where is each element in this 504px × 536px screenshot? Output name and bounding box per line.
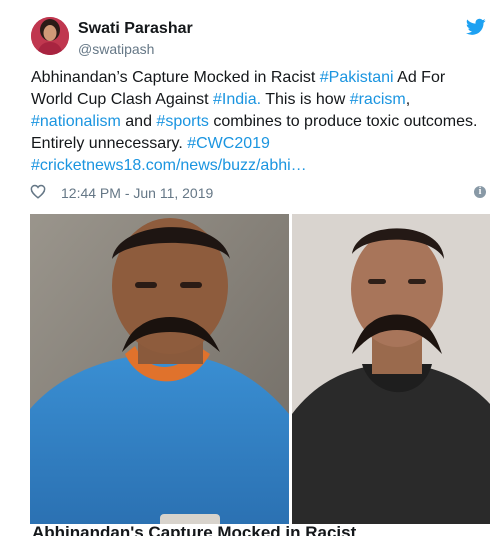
photo-left-image — [30, 214, 289, 536]
twitter-bird-icon[interactable] — [466, 18, 486, 36]
hashtag-link[interactable]: #Pakistani — [320, 69, 394, 86]
media-photo-left[interactable] — [30, 214, 289, 536]
tweet-card: Swati Parashar @swatipash Abhinandan’s C… — [0, 0, 504, 536]
tweet-text: Abhinandan’s Capture Mocked in Racist #P… — [31, 67, 481, 177]
tweet-text-line: World Cup Clash Against #India. This is … — [31, 89, 481, 111]
tweet-text-segment: Abhinandan’s Capture Mocked in Racist — [31, 69, 320, 86]
hashtag-link[interactable]: #racism — [350, 91, 406, 108]
hashtag-link[interactable]: #sports — [156, 113, 208, 130]
info-icon[interactable]: i — [474, 186, 486, 198]
tweet-text-line: #cricketnews18.com/news/buzz/abhi… — [31, 155, 481, 177]
link-card[interactable]: Abhinandan's Capture Mocked in Racist — [30, 524, 490, 536]
media-photo-right[interactable] — [292, 214, 490, 536]
tweet-timestamp[interactable]: 12:44 PM - Jun 11, 2019 — [61, 185, 213, 201]
tweet-text-segment: Ad For — [393, 69, 446, 86]
tweet-media[interactable] — [30, 214, 490, 536]
tweet-text-segment: This is how — [261, 91, 350, 108]
tweet-text-segment: and — [120, 113, 157, 130]
tweet-text-segment: Entirely unnecessary. — [31, 135, 188, 152]
hashtag-link[interactable]: #cricketnews18.com/news/buzz/abhi… — [31, 157, 307, 174]
hashtag-link[interactable]: #nationalism — [31, 113, 121, 130]
tweet-text-segment: World Cup Clash Against — [31, 91, 214, 108]
hashtag-link[interactable]: #CWC2019 — [187, 135, 270, 152]
photo-right-image — [292, 214, 490, 536]
tweet-text-segment: , — [405, 91, 411, 108]
hashtag-link[interactable]: #India. — [213, 91, 261, 108]
heart-icon[interactable] — [30, 184, 46, 199]
tweet-text-line: Entirely unnecessary. #CWC2019 — [31, 133, 481, 155]
link-card-title: Abhinandan's Capture Mocked in Racist — [32, 524, 357, 536]
author-handle[interactable]: @swatipash — [78, 41, 154, 57]
author-name[interactable]: Swati Parashar — [78, 20, 193, 38]
tweet-meta-row: 12:44 PM - Jun 11, 2019 i — [30, 183, 486, 203]
tweet-text-line: Abhinandan’s Capture Mocked in Racist #P… — [31, 67, 481, 89]
avatar[interactable] — [31, 17, 69, 55]
tweet-text-line: #nationalism and #sports combines to pro… — [31, 111, 481, 133]
avatar-image — [31, 17, 69, 55]
tweet-text-segment: combines to produce toxic outcomes. — [208, 113, 478, 130]
